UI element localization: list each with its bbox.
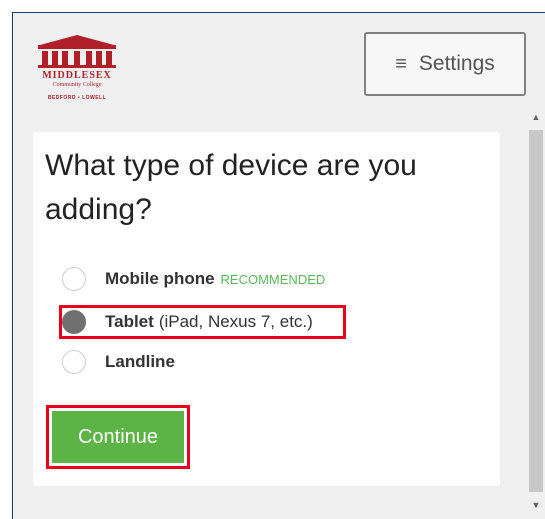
logo-subtitle: Community College: [52, 82, 102, 88]
continue-button[interactable]: Continue: [52, 411, 184, 463]
option-landline[interactable]: Landline: [62, 347, 175, 377]
settings-button[interactable]: ≡ Settings: [364, 32, 526, 96]
page-title: What type of device are you adding?: [45, 149, 417, 226]
settings-label: Settings: [418, 52, 495, 75]
continue-highlight: Continue: [46, 405, 190, 469]
option-mobile-phone[interactable]: Mobile phone RECOMMENDED: [62, 264, 325, 294]
mobile-phone-radio[interactable]: [62, 267, 86, 291]
menu-icon: ≡: [395, 52, 407, 75]
scroll-up-icon[interactable]: ▲: [527, 108, 545, 125]
option-label: Mobile phone: [105, 269, 215, 288]
logo-name: MIDDLESEX: [42, 70, 112, 81]
scrollbar-thumb[interactable]: [529, 130, 543, 492]
vertical-scrollbar[interactable]: ▲ ▼: [527, 108, 545, 519]
landline-radio[interactable]: [62, 350, 86, 374]
recommended-badge: RECOMMENDED: [220, 271, 326, 287]
scroll-down-icon[interactable]: ▼: [527, 496, 545, 513]
logo-locations: BEDFORD • LOWELL: [47, 95, 107, 101]
tablet-highlight: [59, 305, 346, 339]
option-label: Landline: [105, 352, 175, 371]
